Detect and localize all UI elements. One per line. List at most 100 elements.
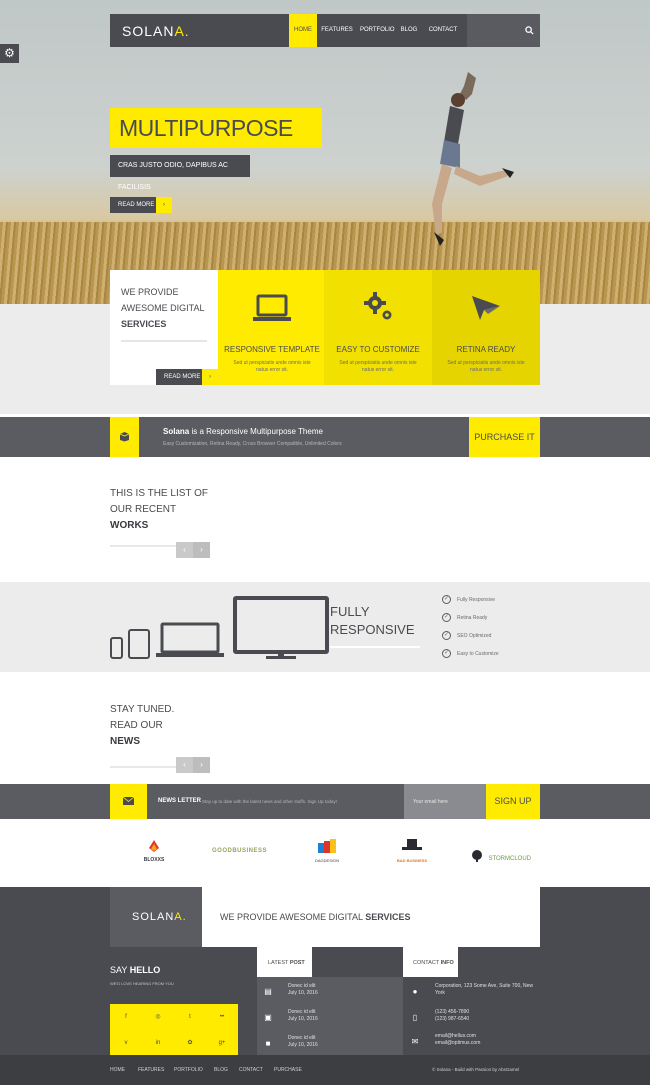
contact-phone[interactable]: (123) 456-7890	[435, 1009, 469, 1016]
promo-title-text: is a Responsive Multipurpose Theme	[191, 427, 323, 436]
services-read-more-button[interactable]: READ MORE ›	[156, 369, 218, 385]
feature-retina-ready[interactable]: RETINA READY Sed ut perspiciatis unde om…	[432, 270, 540, 385]
newsletter-icon-box	[110, 784, 147, 819]
info-text: INFO	[440, 960, 454, 966]
signup-button[interactable]: SIGN UP	[486, 784, 540, 819]
bottom-nav-home[interactable]: HOME	[110, 1067, 125, 1073]
promo-tagline: Easy Customization, Retina Ready, Cross …	[163, 441, 342, 447]
bottom-nav-portfolio[interactable]: PORTFOLIO	[174, 1067, 203, 1073]
newsletter-email-field[interactable]: Your email here	[404, 784, 486, 819]
nav-blog[interactable]: BLOG	[398, 14, 420, 47]
client-logo-bloxxs[interactable]: BLOXXS	[130, 839, 178, 865]
say-text: SAY	[110, 965, 128, 975]
nav-portfolio[interactable]: PORTFOLIO	[360, 14, 395, 47]
purchase-button[interactable]: PURCHASE IT	[469, 417, 540, 457]
check-label: Fully Responsive	[457, 597, 496, 603]
works-divider	[110, 545, 176, 547]
check-circle-icon: ✓	[442, 595, 451, 605]
bottom-bar	[0, 1055, 650, 1085]
brand-logo[interactable]: SOLANA.	[122, 23, 190, 39]
hero-subtitle: CRAS JUSTO ODIO, DAPIBUS AC FACILISIS	[110, 155, 250, 191]
client-logo-dagdesign[interactable]: DAGDESIGN	[310, 839, 344, 863]
post-item[interactable]: Donec id elit July 10, 2016	[288, 983, 318, 997]
search-icon[interactable]	[525, 26, 534, 35]
footer-logo-box: SOLANA.	[110, 887, 202, 947]
footer-tagline-text: WE PROVIDE AWESOME DIGITAL	[220, 912, 363, 922]
hero-read-more-button[interactable]: READ MORE ›	[110, 197, 172, 213]
responsive-line2: RESPONSIVE	[330, 622, 415, 637]
mail-icon: ✉	[411, 1037, 419, 1046]
linkedin-icon[interactable]: in	[142, 1030, 174, 1056]
contact-email[interactable]: email@optimus.com	[435, 1040, 480, 1047]
arrow-right-icon: ›	[156, 197, 172, 213]
works-line3: WORKS	[110, 520, 149, 531]
check-item: ✓ Easy to Customize	[442, 649, 499, 659]
post-title: Donec id elit	[288, 983, 316, 989]
feature-responsive-template[interactable]: RESPONSIVE TEMPLATE Sed ut perspiciatis …	[218, 270, 326, 385]
flickr-icon[interactable]: ••	[206, 1004, 238, 1030]
check-item: ✓ Fully Responsive	[442, 595, 499, 605]
nav-features[interactable]: FEATURES	[320, 14, 354, 47]
vimeo-icon[interactable]: v	[110, 1030, 142, 1056]
client-logo-badbusiness[interactable]: BAD BUSINESS	[383, 839, 441, 863]
contact-address: Corporation, 123 Some Ave, Suite 700, Ne…	[435, 983, 534, 996]
pinterest-icon[interactable]: ✿	[174, 1030, 206, 1056]
brand-logo-text: SOLAN	[122, 23, 175, 39]
nav-home[interactable]: HOME	[289, 14, 317, 47]
nav-contact[interactable]: CONTACT	[426, 14, 460, 47]
works-line2: OUR RECENT	[110, 504, 177, 515]
tumblr-icon[interactable]: t	[174, 1004, 206, 1030]
document-icon: ▤	[264, 987, 272, 996]
services-line1: WE PROVIDE	[121, 287, 179, 297]
dribbble-icon[interactable]: ◎	[142, 1004, 174, 1030]
client-logo-stormcloud[interactable]: STORMCLOUD	[470, 847, 531, 865]
newsletter-text: Stay up to date with the latest news and…	[202, 799, 337, 804]
image-icon: ▣	[264, 1013, 272, 1022]
contact-phones: (123) 456-7890 (123) 987-6540	[435, 1009, 469, 1023]
feature-easy-to-customize[interactable]: EASY TO CUSTOMIZE Sed ut perspiciatis un…	[324, 270, 432, 385]
hero-title: MULTIPURPOSE THEME	[110, 108, 322, 181]
newsletter-email-placeholder: Your email here	[413, 799, 448, 805]
feature-desc: Sed ut perspiciatis unde omnis iste natu…	[447, 360, 525, 373]
works-next-button[interactable]: ›	[193, 542, 210, 558]
nav-search-area[interactable]	[467, 14, 540, 47]
post-date: July 10, 2016	[288, 990, 318, 996]
news-next-button[interactable]: ›	[193, 757, 210, 773]
envelope-icon	[123, 797, 134, 805]
bottom-nav-contact[interactable]: CONTACT	[239, 1067, 263, 1073]
contact-email[interactable]: email@hellus.com	[435, 1033, 480, 1040]
services-divider	[121, 340, 207, 342]
check-label: Retina Ready	[457, 615, 488, 621]
post-item[interactable]: Donec id elit July 10, 2016	[288, 1035, 318, 1049]
contact-phone[interactable]: (123) 987-6540	[435, 1016, 469, 1023]
facebook-icon[interactable]: f	[110, 1004, 142, 1030]
promo-brand: Solana	[163, 427, 190, 436]
hat-icon	[402, 839, 422, 850]
news-arrows: ‹ ›	[176, 757, 210, 773]
contact-info-title: CONTACT INFO	[413, 960, 454, 966]
feature-label: RESPONSIVE TEMPLATE	[224, 345, 320, 354]
responsive-divider	[330, 646, 420, 648]
client-logo-goodbusiness[interactable]: GOODBUSINESS	[212, 848, 267, 854]
post-title: Donec id elit	[288, 1035, 316, 1041]
post-date: July 10, 2016	[288, 1042, 318, 1048]
services-line3: SERVICES	[121, 319, 167, 329]
responsive-line1: FULLY	[330, 604, 370, 619]
phone-icon: ▯	[412, 1013, 418, 1022]
feature-label: EASY TO CUSTOMIZE	[336, 345, 420, 354]
hero-jumping-person	[432, 72, 514, 246]
post-item[interactable]: Donec id elit July 10, 2016	[288, 1009, 318, 1023]
footer-logo[interactable]: SOLANA.	[132, 911, 187, 923]
news-line3: NEWS	[110, 736, 140, 747]
works-prev-button[interactable]: ‹	[176, 542, 193, 558]
latest-post-title: LATEST POST	[268, 960, 305, 966]
bottom-nav-features[interactable]: FEATURES	[138, 1067, 164, 1073]
latest-post-tab: LATEST POST	[257, 947, 312, 977]
bottom-nav-purchase[interactable]: PURCHASE	[274, 1067, 302, 1073]
flame-icon	[149, 840, 159, 852]
footer-logo-text: SOLAN	[132, 911, 175, 923]
google-plus-icon[interactable]: g+	[206, 1030, 238, 1056]
news-prev-button[interactable]: ‹	[176, 757, 193, 773]
bottom-nav-blog[interactable]: BLOG	[214, 1067, 228, 1073]
settings-gear-button[interactable]: ⚙	[0, 44, 19, 63]
